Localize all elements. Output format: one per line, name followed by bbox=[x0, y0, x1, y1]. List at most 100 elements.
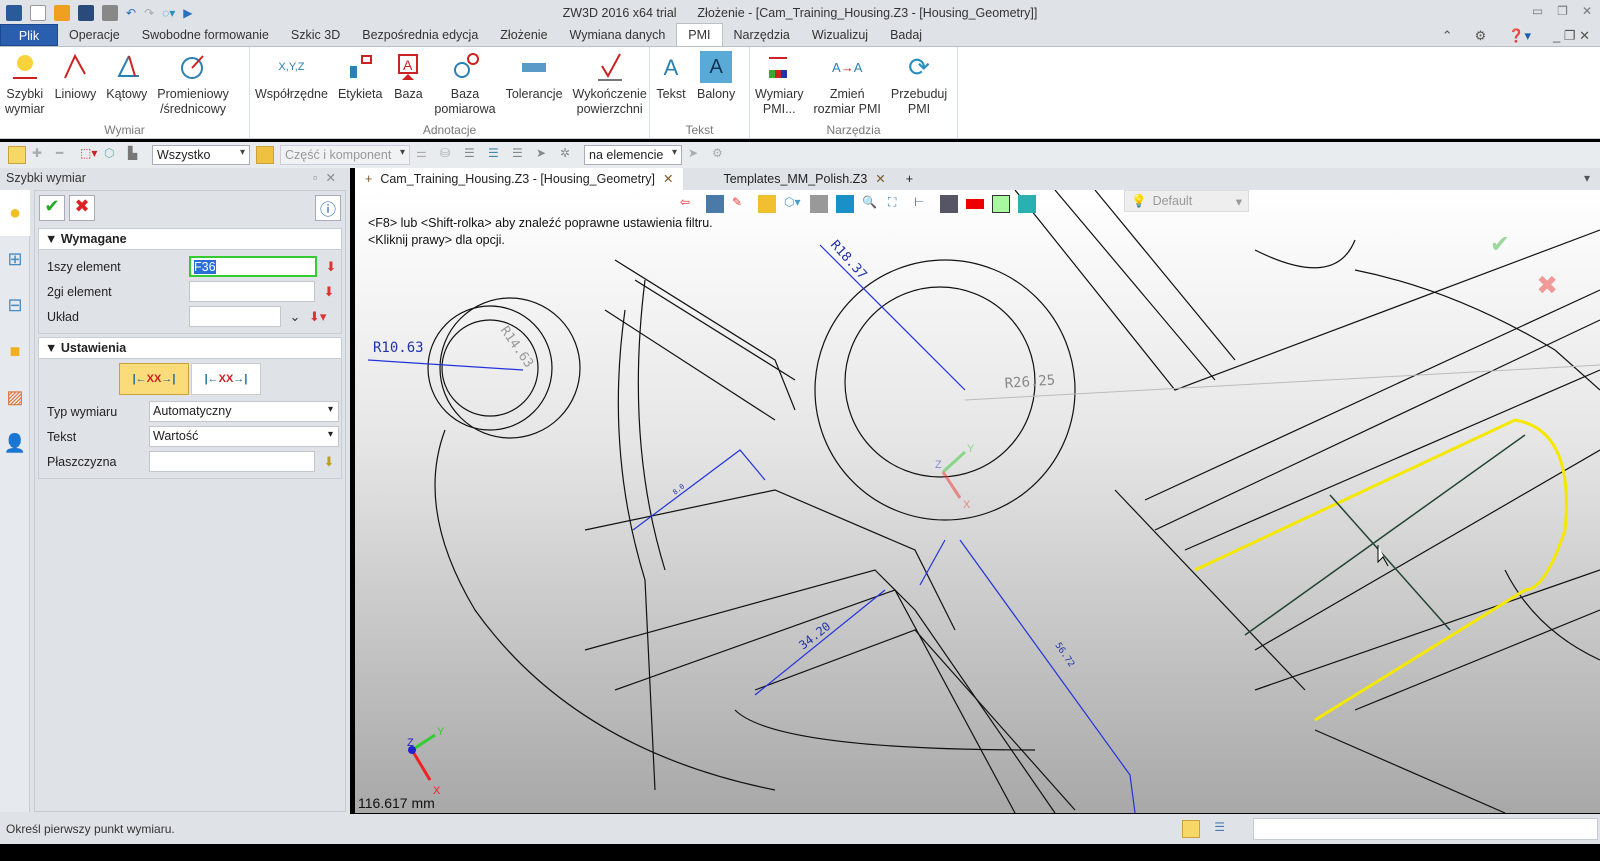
sidetab-quick-dimension[interactable]: ● bbox=[0, 190, 30, 236]
snap-icon[interactable]: ✲ bbox=[560, 146, 578, 164]
pick-list2-icon[interactable]: ☰ bbox=[488, 146, 506, 164]
filter-clear-icon[interactable]: ⛁ bbox=[440, 146, 458, 164]
pmi-dimensions-button[interactable]: Wymiary PMI... bbox=[750, 47, 809, 123]
minimize-icon[interactable]: ▭ bbox=[1532, 4, 1543, 18]
pick-arrow-icon[interactable]: ⬇ bbox=[321, 454, 337, 470]
tab-swobodne-formowanie[interactable]: Swobodne formowanie bbox=[131, 24, 280, 46]
panel-close-icon[interactable]: ✕ bbox=[326, 171, 344, 185]
save-icon[interactable] bbox=[78, 4, 94, 21]
3d-viewport[interactable]: <F8> lub <Shift-rolka> aby znaleźć popra… bbox=[355, 190, 1600, 813]
tab-plik[interactable]: Plik bbox=[0, 24, 58, 46]
panel-float-icon[interactable]: ▫ bbox=[313, 171, 325, 185]
doc-tab-templates[interactable]: Templates_MM_Polish.Z3 ✕ bbox=[713, 168, 895, 190]
tab-szkic-3d[interactable]: Szkic 3D bbox=[280, 24, 351, 46]
quick-dimension-button[interactable]: Szybki wymiar bbox=[0, 47, 50, 123]
settings-gear-icon[interactable]: ⚙ bbox=[1475, 28, 1487, 44]
redo-icon[interactable]: ↷ bbox=[144, 6, 154, 20]
label-button[interactable]: Etykieta bbox=[333, 47, 387, 123]
sidetab-parts[interactable]: ■ bbox=[0, 328, 30, 374]
section-settings[interactable]: ▼ Ustawienia bbox=[38, 337, 342, 359]
part-filter-icon[interactable] bbox=[256, 146, 274, 164]
cancel-button[interactable]: ✖ bbox=[69, 195, 95, 221]
pick-gear-icon[interactable]: ⚙ bbox=[712, 146, 730, 164]
filter-combo[interactable]: Wszystko bbox=[152, 145, 250, 165]
tab-wymiana-danych[interactable]: Wymiana danych bbox=[559, 24, 677, 46]
info-button[interactable]: ⓘ bbox=[315, 195, 341, 221]
tab-pmi[interactable]: PMI bbox=[676, 23, 723, 46]
view-manager-icon[interactable] bbox=[706, 195, 724, 213]
sidetab-history[interactable]: ⊞ bbox=[0, 236, 30, 282]
pick-arrow-icon[interactable]: ⬇▾ bbox=[309, 309, 326, 325]
new-tab-button[interactable]: + bbox=[896, 168, 923, 190]
restore-icon[interactable]: ❐ bbox=[1557, 4, 1568, 18]
tab-bezposrednia-edycja[interactable]: Bezpośrednia edycja bbox=[351, 24, 489, 46]
resize-pmi-button[interactable]: A → A Zmień rozmiar PMI bbox=[809, 47, 886, 123]
pick-list-icon[interactable]: ☰ bbox=[464, 146, 482, 164]
rebuild-pmi-button[interactable]: ⟳ Przebuduj PMI bbox=[886, 47, 952, 123]
coordinates-button[interactable]: X,Y,Z Współrzędne bbox=[250, 47, 333, 123]
tab-list-icon[interactable]: ▾ bbox=[1584, 171, 1590, 185]
surface-finish-button[interactable]: Wykończenie powierzchni bbox=[568, 47, 652, 123]
doc-window-controls-icon[interactable]: _ ❐ ✕ bbox=[1553, 28, 1590, 44]
fit-icon[interactable]: ⛶ bbox=[888, 195, 906, 213]
text-select[interactable]: Wartość bbox=[149, 426, 339, 447]
second-element-field[interactable] bbox=[189, 281, 315, 302]
lasso-select-icon[interactable]: ⬡ bbox=[104, 146, 122, 164]
angular-dimension-button[interactable]: Kątowy bbox=[101, 47, 152, 123]
exit-icon[interactable]: ⇦ bbox=[680, 195, 698, 213]
box-select-icon[interactable]: ⬚▾ bbox=[80, 146, 98, 164]
sidetab-users[interactable]: 👤 bbox=[0, 420, 30, 466]
color-green-icon[interactable] bbox=[992, 195, 1010, 213]
undo-icon[interactable]: ↶ bbox=[126, 6, 136, 20]
section-icon[interactable]: ⊢ bbox=[914, 195, 932, 213]
balloon-button[interactable]: A Balony bbox=[692, 47, 740, 123]
tab-badaj[interactable]: Badaj bbox=[879, 24, 933, 46]
color-red-icon[interactable] bbox=[966, 199, 984, 209]
help-icon[interactable]: ❓▾ bbox=[1508, 28, 1531, 44]
ok-button[interactable]: ✔ bbox=[39, 195, 65, 221]
cube-view-icon[interactable]: ⬡▾ bbox=[784, 195, 802, 213]
radial-dimension-button[interactable]: Promieniowy /średnicowy bbox=[152, 47, 234, 123]
filter-icon[interactable]: ▙ bbox=[128, 146, 146, 164]
close-icon[interactable]: ✕ bbox=[1582, 4, 1592, 18]
more-icon[interactable]: ▶ bbox=[183, 6, 192, 20]
regen-icon[interactable]: ◌▾ bbox=[162, 6, 175, 20]
linear-dimension-button[interactable]: Liniowy bbox=[50, 47, 102, 123]
datum-target-button[interactable]: Baza pomiarowa bbox=[429, 47, 500, 123]
shading-icon[interactable] bbox=[810, 195, 828, 213]
app-logo-icon[interactable] bbox=[6, 4, 22, 21]
pick-mode-combo[interactable]: na elemencie bbox=[584, 145, 682, 165]
datum-button[interactable]: A Baza bbox=[387, 47, 429, 123]
select-pointer-icon[interactable] bbox=[8, 146, 26, 164]
scope-combo[interactable]: Część i komponent bbox=[280, 145, 410, 165]
new-file-icon[interactable] bbox=[30, 4, 46, 21]
pick-list3-icon[interactable]: ☰ bbox=[512, 146, 530, 164]
collapse-ribbon-icon[interactable]: ⌃ bbox=[1442, 28, 1453, 44]
tolerance-button[interactable]: Tolerancje bbox=[501, 47, 568, 123]
expand-chevron-icon[interactable]: ⌄ bbox=[287, 309, 303, 325]
tab-wizualizuj[interactable]: Wizualizuj bbox=[801, 24, 879, 46]
plane-field[interactable] bbox=[149, 451, 315, 472]
sidetab-assembly[interactable]: ⊟ bbox=[0, 282, 30, 328]
part-icon[interactable] bbox=[758, 195, 776, 213]
dimension-style-outside-button[interactable]: |←XX→| bbox=[191, 363, 261, 395]
list-mode-icon[interactable]: ☰ bbox=[1214, 820, 1225, 834]
remove-icon[interactable]: ━ bbox=[56, 146, 74, 164]
pick-cursor-icon[interactable]: ➤ bbox=[688, 146, 706, 164]
command-mode-icon[interactable] bbox=[1182, 820, 1200, 838]
command-input[interactable] bbox=[1253, 818, 1598, 840]
layout-field[interactable] bbox=[189, 306, 281, 327]
tab-narzedzia[interactable]: Narzędzia bbox=[723, 24, 801, 46]
tab-operacje[interactable]: Operacje bbox=[58, 24, 131, 46]
sidetab-views[interactable]: ▨ bbox=[0, 374, 30, 420]
viewport-ok-icon[interactable]: ✔ bbox=[1490, 230, 1510, 259]
section-required[interactable]: ▼ Wymagane bbox=[38, 228, 342, 250]
type-select[interactable]: Automatyczny bbox=[149, 401, 339, 422]
pick-arrow-icon[interactable]: ⬇ bbox=[323, 259, 339, 275]
filter-settings-icon[interactable]: ⚌ bbox=[416, 146, 434, 164]
first-element-field[interactable]: F36 bbox=[189, 256, 317, 277]
doc-tab-housing[interactable]: + Cam_Training_Housing.Z3 - [Housing_Geom… bbox=[355, 168, 684, 190]
display-icon[interactable] bbox=[940, 195, 958, 213]
viewport-cancel-icon[interactable]: ✖ bbox=[1536, 270, 1558, 301]
zoom-icon[interactable]: 🔍 bbox=[862, 195, 880, 213]
